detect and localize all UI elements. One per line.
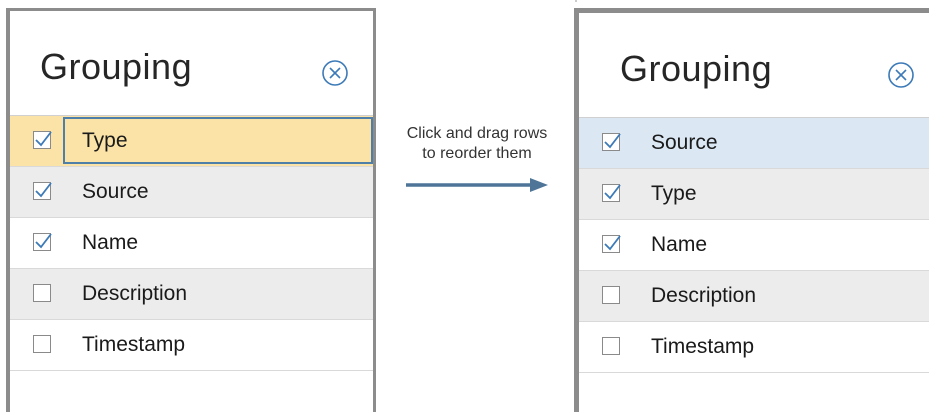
grouping-row-list: Type Source Name Description Timestamp [10, 116, 373, 371]
checkmark-icon [35, 182, 52, 198]
checkbox-checked[interactable] [602, 133, 621, 151]
checkbox-unchecked[interactable] [602, 337, 620, 355]
checkbox-checked[interactable] [602, 235, 621, 253]
list-item-description[interactable]: Description [579, 271, 929, 322]
checkmark-icon [35, 233, 52, 249]
drag-instruction: Click and drag rows to reorder them [384, 124, 570, 164]
checkbox-unchecked[interactable] [33, 284, 51, 302]
list-item-label: Type [651, 182, 697, 205]
grouping-panel-after: Grouping Source Type Name Description Ti… [574, 8, 929, 412]
checkmark-icon [604, 184, 621, 200]
grouping-panel-before: Grouping Type Source Name Description Ti… [6, 8, 376, 412]
checkmark-icon [35, 131, 52, 147]
close-circle-icon[interactable] [887, 61, 915, 89]
list-item-label: Description [82, 282, 188, 305]
list-item-label: Timestamp [651, 335, 755, 358]
checkmark-icon [604, 235, 621, 251]
list-item-name[interactable]: Name [10, 218, 373, 269]
list-item-type[interactable]: Type [579, 169, 929, 220]
instruction-line-1: Click and drag rows [406, 125, 548, 142]
checkbox-unchecked[interactable] [33, 335, 51, 353]
list-item-label: Description [651, 284, 757, 307]
list-item-source[interactable]: Source [10, 167, 373, 218]
drag-ghost[interactable]: Type [63, 117, 373, 164]
close-circle-icon[interactable] [321, 59, 349, 87]
panel-title: Grouping [620, 48, 773, 89]
checkbox-checked[interactable] [33, 131, 52, 149]
list-item-type-dragging[interactable]: Type [10, 116, 373, 167]
list-item-timestamp[interactable]: Timestamp [10, 320, 373, 371]
list-item-label: Name [651, 233, 708, 256]
list-item-name[interactable]: Name [579, 220, 929, 271]
checkbox-checked[interactable] [33, 233, 52, 251]
list-item-description[interactable]: Description [10, 269, 373, 320]
checkmark-icon [604, 133, 621, 149]
list-item-label: Source [82, 180, 149, 203]
checkbox-unchecked[interactable] [602, 286, 620, 304]
list-item-label: Name [82, 231, 139, 254]
list-item-source[interactable]: Source [579, 118, 929, 169]
stage: Grouping Type Source Name Description Ti… [0, 0, 929, 412]
checkbox-checked[interactable] [602, 184, 621, 202]
list-item-label: Type [82, 129, 128, 152]
instruction-line-2: to reorder them [422, 145, 532, 162]
grouping-row-list: Source Type Name Description Timestamp [579, 118, 929, 373]
panel-header: Grouping [579, 13, 929, 118]
panel-header: Grouping [10, 11, 373, 116]
list-item-timestamp[interactable]: Timestamp [579, 322, 929, 373]
checkbox-checked[interactable] [33, 182, 52, 200]
list-item-label: Source [651, 131, 718, 154]
list-item-label: Timestamp [82, 333, 186, 356]
arrow-right-icon [406, 178, 548, 192]
panel-title: Grouping [40, 46, 193, 87]
